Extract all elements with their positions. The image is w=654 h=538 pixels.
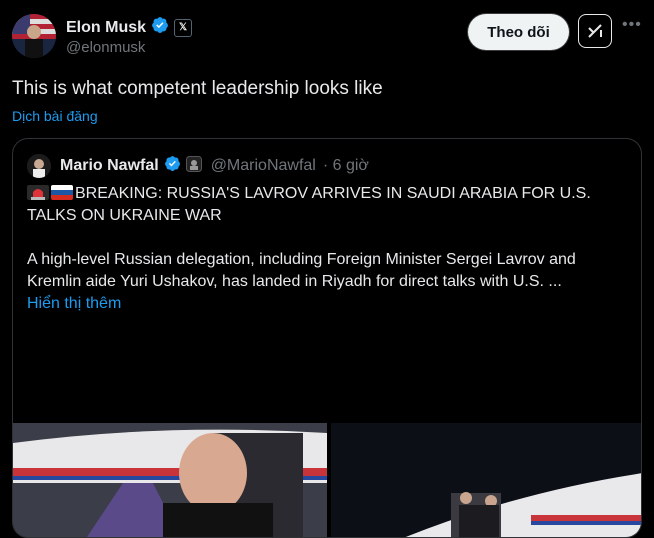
quote-headline: BREAKING: RUSSIA'S LAVROV ARRIVES IN SAU…: [27, 185, 591, 224]
quote-display-name: Mario Nawfal: [60, 157, 159, 174]
quote-media-image-2[interactable]: [331, 423, 641, 537]
show-more-link[interactable]: Hiển thị thêm: [27, 295, 121, 312]
russia-flag-emoji: [51, 185, 73, 200]
siren-emoji: [27, 185, 49, 200]
quote-body: BREAKING: RUSSIA'S LAVROV ARRIVES IN SAU…: [27, 183, 627, 315]
quote-headline-line: BREAKING: RUSSIA'S LAVROV ARRIVES IN SAU…: [27, 183, 627, 227]
tweet-header: Elon Musk 𝕏 @elonmusk Theo dõi •••: [0, 0, 654, 70]
follow-button[interactable]: Theo dõi: [468, 14, 569, 50]
quote-handle: @MarioNawfal: [210, 157, 316, 174]
more-icon[interactable]: •••: [622, 16, 642, 34]
author-handle[interactable]: @elonmusk: [66, 39, 145, 56]
author-display-name[interactable]: Elon Musk: [66, 19, 146, 37]
affiliate-badge-icon: [185, 155, 202, 177]
quote-header: Mario Nawfal @MarioNawfal · 6 giờ: [27, 154, 369, 178]
author-avatar[interactable]: [12, 14, 56, 58]
x-logo-icon: 𝕏: [174, 18, 193, 37]
author-name-row: Elon Musk 𝕏: [66, 16, 193, 39]
quote-timestamp: · 6 giờ: [322, 157, 369, 174]
quote-media-image-1[interactable]: [13, 423, 327, 537]
quoted-tweet-card[interactable]: Mario Nawfal @MarioNawfal · 6 giờ BREAKI…: [12, 138, 642, 538]
grok-icon[interactable]: [578, 14, 612, 48]
quote-body-text: A high-level Russian delegation, includi…: [27, 251, 576, 290]
verified-badge-icon: [164, 155, 181, 177]
translate-link[interactable]: Dịch bài đăng: [12, 108, 98, 124]
tweet-text: This is what competent leadership looks …: [12, 78, 383, 99]
quote-author-avatar: [27, 154, 51, 178]
verified-badge-icon: [151, 16, 169, 39]
